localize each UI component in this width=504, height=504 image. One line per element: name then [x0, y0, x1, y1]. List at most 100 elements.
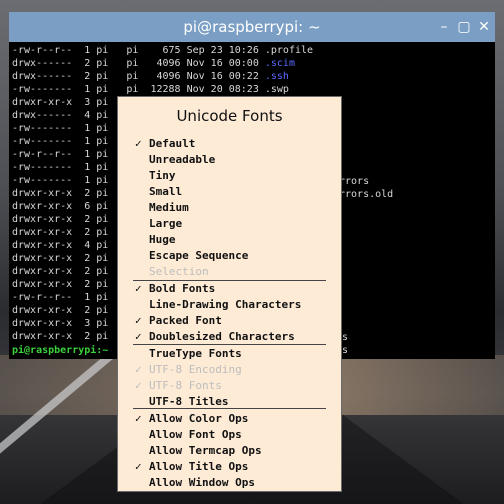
file-listing-text: -rw-r--r-- 1 pi — [12, 149, 109, 160]
terminal-line: drwxr-xr-x 2 pi — [12, 213, 108, 226]
terminal-text-fragment: s — [342, 332, 349, 343]
menu-item-escape-sequence[interactable]: Escape Sequence — [118, 248, 341, 264]
terminal-line: drwx------ 2 pi pi 4096 Nov 16 00:00 .sc… — [12, 57, 295, 70]
terminal-line: drwxr-xr-x 2 pi — [12, 252, 108, 265]
menu-item-packed-font[interactable]: ✓ Packed Font — [118, 313, 341, 329]
file-listing-text: drwxr-xr-x 2 pi — [12, 266, 109, 277]
minimize-icon[interactable]: – — [435, 18, 453, 36]
menu-item-truetype-fonts[interactable]: TrueType Fonts — [118, 346, 341, 362]
terminal-line: -rw-r--r-- 1 pi — [12, 291, 108, 304]
terminal-line: -rw------- 1 pi — [12, 174, 108, 187]
terminal-line: -rw-r--r-- 1 pi — [12, 148, 108, 161]
menu-item-label: TrueType Fonts — [149, 347, 242, 360]
menu-item-label: UTF-8 Fonts — [149, 379, 222, 392]
window-title: pi@raspberrypi: ~ — [183, 18, 321, 36]
menu-item-large[interactable]: Large — [118, 216, 341, 232]
menu-item-doublesized-characters[interactable]: ✓ Doublesized Characters — [118, 329, 341, 345]
menu-item-small[interactable]: Small — [118, 184, 341, 200]
terminal-line: drwx------ 4 pi — [12, 109, 108, 122]
terminal-line: drwxr-xr-x 2 pi — [12, 304, 108, 317]
menu-item-label: Doublesized Characters — [149, 330, 295, 343]
menu-item-label: Allow Title Ops — [149, 460, 249, 473]
checkmark-icon: ✓ — [135, 363, 142, 376]
file-name: .scim — [264, 58, 295, 69]
file-listing-text: drwxr-xr-x 3 pi — [12, 97, 109, 108]
checkmark-icon: ✓ — [135, 314, 142, 327]
menu-item-label: Huge — [149, 233, 176, 246]
menu-item-allow-title-ops[interactable]: ✓ Allow Title Ops — [118, 459, 341, 475]
terminal-line: -rw-r--r-- 1 pi pi 675 Sep 23 10:26 .pro… — [12, 44, 313, 57]
terminal-line: drwxr-xr-x 2 pi — [12, 330, 108, 343]
menu-item-tiny[interactable]: Tiny — [118, 168, 341, 184]
menu-item-label: Tiny — [149, 169, 176, 182]
menu-item-label: Escape Sequence — [149, 249, 249, 262]
menu-item-label: Unreadable — [149, 153, 216, 166]
close-icon[interactable]: ✕ — [475, 18, 493, 36]
file-listing-text: drwxr-xr-x 2 pi — [12, 253, 109, 264]
file-listing-text: drwxr-xr-x 2 pi — [12, 188, 109, 199]
file-listing-text: drwxr-xr-x 6 pi — [12, 201, 109, 212]
file-listing-text: -rw------- 1 pi — [12, 136, 109, 147]
file-listing-text: drwx------ 2 pi pi 4096 Nov 16 00:00 — [12, 58, 265, 69]
file-listing-text: drwxr-xr-x 2 pi — [12, 214, 109, 225]
menu-item-label: Large — [149, 217, 183, 230]
menu-item-label: Line-Drawing Characters — [149, 298, 302, 311]
menu-separator — [133, 280, 326, 281]
terminal-line: -rw------- 1 pi pi 12288 Nov 20 08:23 .s… — [12, 83, 289, 96]
menu-item-allow-font-ops[interactable]: Allow Font Ops — [118, 427, 341, 443]
checkmark-icon: ✓ — [135, 412, 142, 425]
terminal-line: drwxr-xr-x 3 pi — [12, 96, 108, 109]
menu-item-allow-termcap-ops[interactable]: Allow Termcap Ops — [118, 443, 341, 459]
terminal-text-fragment: rrors.old — [339, 189, 394, 200]
menu-item-utf-8-encoding: ✓ UTF-8 Encoding — [118, 362, 341, 378]
file-listing-text: drwxr-xr-x 2 pi — [12, 227, 109, 238]
file-listing-text: -rw-r--r-- 1 pi — [12, 292, 109, 303]
menu-item-unreadable[interactable]: Unreadable — [118, 152, 341, 168]
file-name: .ssh — [264, 71, 289, 82]
menu-item-label: Packed Font — [149, 314, 222, 327]
menu-item-label: Default — [149, 137, 196, 150]
menu-item-allow-window-ops[interactable]: Allow Window Ops — [118, 475, 341, 491]
menu-item-utf-8-fonts: ✓ UTF-8 Fonts — [118, 378, 341, 394]
menu-item-default[interactable]: ✓ Default — [118, 136, 341, 152]
terminal-line: drwxr-xr-x 6 pi — [12, 200, 108, 213]
checkmark-icon: ✓ — [135, 460, 142, 473]
menu-item-label: Allow Font Ops — [149, 428, 242, 441]
menu-item-bold-fonts[interactable]: ✓ Bold Fonts — [118, 281, 341, 297]
shell-prompt: pi@raspberrypi:~ — [12, 345, 109, 356]
menu-item-line-drawing-characters[interactable]: Line-Drawing Characters — [118, 297, 341, 313]
menu-item-label: Allow Color Ops — [149, 412, 249, 425]
terminal-line: -rw------- 1 pi — [12, 135, 108, 148]
terminal-line: drwxr-xr-x 2 pi — [12, 265, 108, 278]
terminal-line: drwxr-xr-x 2 pi — [12, 226, 108, 239]
menu-item-medium[interactable]: Medium — [118, 200, 341, 216]
file-listing-text: -rw-r--r-- 1 pi pi 675 Sep 23 10:26 — [12, 45, 265, 56]
file-listing-text: drwxr-xr-x 4 pi — [12, 240, 109, 251]
menu-item-allow-color-ops[interactable]: ✓ Allow Color Ops — [118, 411, 341, 427]
checkmark-icon: ✓ — [135, 379, 142, 392]
maximize-icon[interactable]: ▢ — [455, 18, 473, 36]
file-listing-text: drwx------ 2 pi pi 4096 Nov 16 00:22 — [12, 71, 265, 82]
title-bar[interactable]: pi@raspberrypi: ~ – ▢ ✕ — [9, 12, 495, 42]
menu-item-label: Medium — [149, 201, 189, 214]
terminal-text-fragment: s — [342, 345, 349, 356]
menu-item-label: Bold Fonts — [149, 282, 216, 295]
terminal-line: drwxr-xr-x 4 pi — [12, 239, 108, 252]
terminal-line: drwx------ 2 pi pi 4096 Nov 16 00:22 .ss… — [12, 70, 289, 83]
menu-item-huge[interactable]: Huge — [118, 232, 341, 248]
menu-separator — [133, 408, 326, 409]
terminal-text-fragment: rrors — [339, 176, 370, 187]
unicode-fonts-menu: Unicode Fonts ✓ Default Unreadable Tiny Smal… — [117, 96, 342, 492]
file-listing-text: drwxr-xr-x 2 pi — [12, 331, 109, 342]
checkmark-icon: ✓ — [135, 137, 142, 150]
file-name: .swp — [264, 84, 289, 95]
file-listing-text: drwxr-xr-x 2 pi — [12, 279, 109, 290]
menu-item-label: Allow Termcap Ops — [149, 444, 262, 457]
terminal-line: -rw------- 1 pi — [12, 122, 108, 135]
terminal-line: drwxr-xr-x 2 pi — [12, 278, 108, 291]
file-listing-text: drwx------ 4 pi — [12, 110, 109, 121]
menu-item-label: Small — [149, 185, 183, 198]
menu-separator — [133, 344, 326, 345]
checkmark-icon: ✓ — [135, 282, 142, 295]
terminal-line: -rw------- 1 pi — [12, 161, 108, 174]
